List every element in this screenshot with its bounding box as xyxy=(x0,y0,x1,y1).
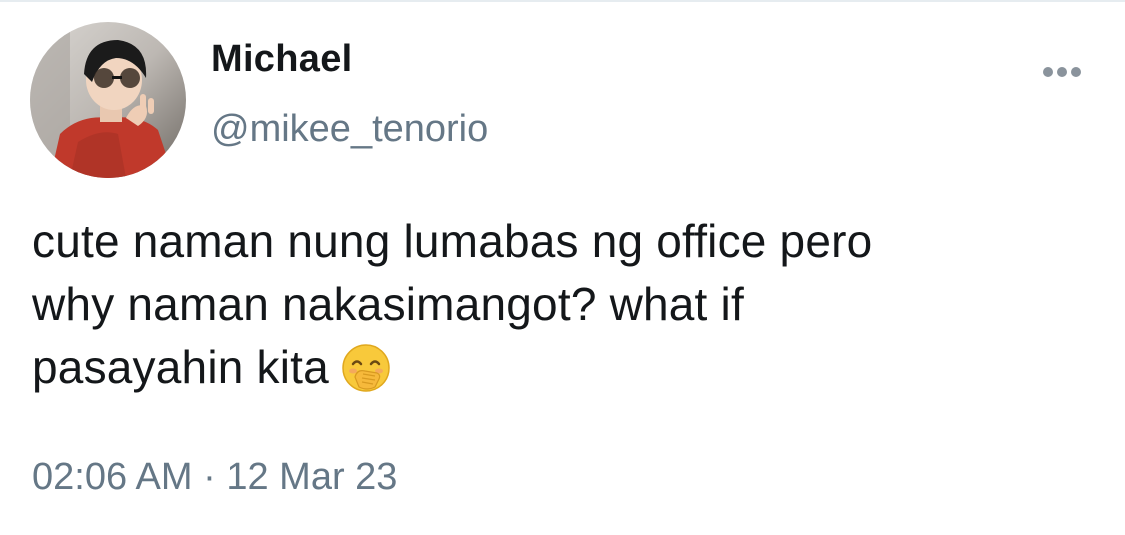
tweet-text-segment: pasayahin kita xyxy=(32,341,329,393)
author-handle[interactable]: @mikee_tenorio xyxy=(211,108,488,151)
tweet-timestamp[interactable]: 02:06 AM · 12 Mar 23 xyxy=(32,456,397,499)
avatar[interactable] xyxy=(30,22,186,178)
tweet-text-line: pasayahin kita xyxy=(32,336,1102,399)
tweet-time: 02:06 AM xyxy=(32,456,193,498)
tweet-text-line: why naman nakasimangot? what if xyxy=(32,278,744,330)
profile-photo-icon xyxy=(30,22,186,178)
tweet-text-line: cute naman nung lumabas ng office pero xyxy=(32,215,873,267)
tweet-body: cute naman nung lumabas ng office pero w… xyxy=(32,210,1102,399)
timestamp-separator: · xyxy=(203,456,216,498)
more-options-button[interactable] xyxy=(1038,56,1086,88)
more-options-icon xyxy=(1043,67,1081,77)
tweet-card: Michael @mikee_tenorio cute naman nung l… xyxy=(0,0,1125,535)
tweet-date: 12 Mar 23 xyxy=(226,456,398,498)
author-display-name[interactable]: Michael xyxy=(211,38,352,81)
face-with-hand-over-mouth-icon xyxy=(341,343,391,393)
